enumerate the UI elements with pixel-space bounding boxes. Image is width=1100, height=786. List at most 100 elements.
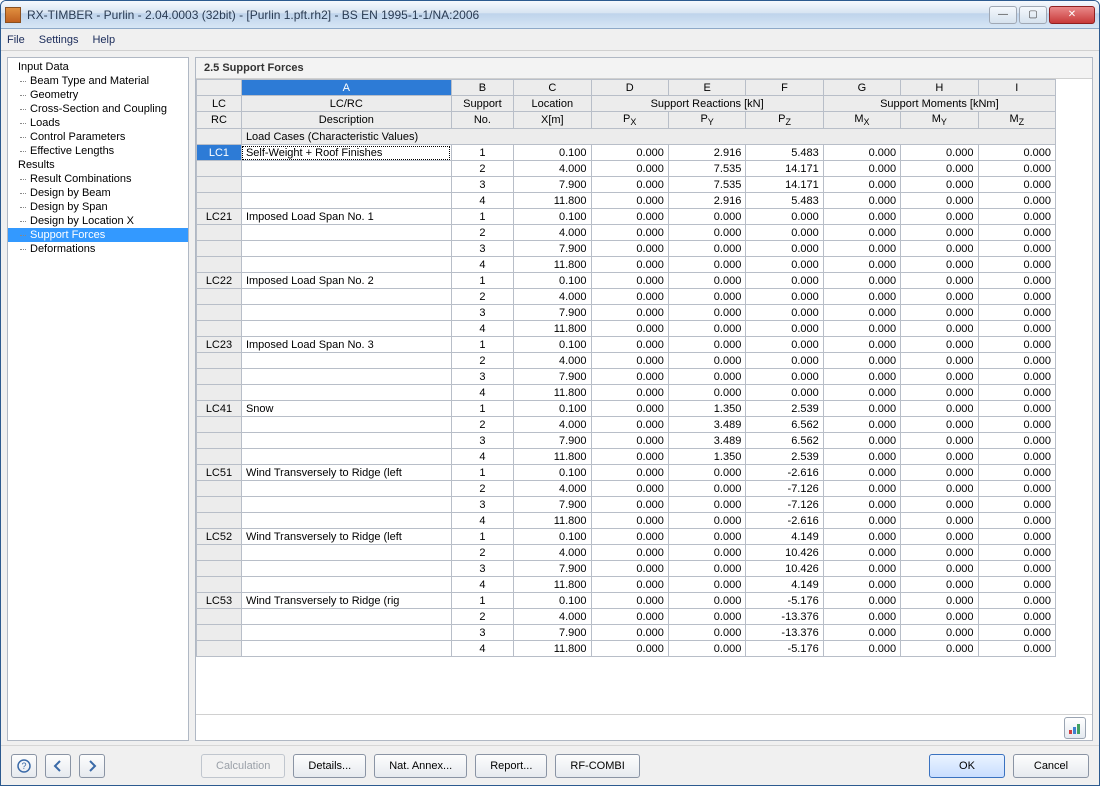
table-row[interactable]: 24.0000.0000.000-13.3760.0000.0000.000: [197, 609, 1056, 625]
data-cell[interactable]: 0.000: [668, 497, 745, 513]
data-cell[interactable]: 0.000: [823, 529, 900, 545]
table-row[interactable]: 24.0000.0003.4896.5620.0000.0000.000: [197, 417, 1056, 433]
data-cell[interactable]: 7.900: [514, 305, 591, 321]
data-cell[interactable]: 0.000: [901, 273, 978, 289]
data-cell[interactable]: 2: [451, 481, 513, 497]
data-cell[interactable]: 0.000: [591, 529, 668, 545]
minimize-button[interactable]: —: [989, 6, 1017, 24]
data-cell[interactable]: 0.000: [823, 241, 900, 257]
data-cell[interactable]: 0.000: [668, 561, 745, 577]
data-cell[interactable]: 7.535: [668, 177, 745, 193]
data-cell[interactable]: 0.000: [978, 497, 1055, 513]
data-cell[interactable]: 0.000: [978, 321, 1055, 337]
data-cell[interactable]: 0.000: [591, 577, 668, 593]
data-cell[interactable]: 0.000: [901, 385, 978, 401]
data-cell[interactable]: 0.000: [823, 385, 900, 401]
lc-cell[interactable]: LC52: [197, 529, 242, 545]
description-cell[interactable]: Imposed Load Span No. 2: [241, 273, 451, 289]
lc-cell[interactable]: [197, 577, 242, 593]
data-cell[interactable]: 0.000: [978, 145, 1055, 161]
data-cell[interactable]: 0.000: [823, 497, 900, 513]
lc-cell[interactable]: [197, 321, 242, 337]
data-cell[interactable]: 0.000: [591, 609, 668, 625]
data-cell[interactable]: 0.100: [514, 337, 591, 353]
data-cell[interactable]: -13.376: [746, 625, 823, 641]
ok-button[interactable]: OK: [929, 754, 1005, 778]
data-cell[interactable]: 1: [451, 145, 513, 161]
data-cell[interactable]: 0.000: [746, 321, 823, 337]
data-cell[interactable]: 0.000: [901, 417, 978, 433]
data-cell[interactable]: -2.616: [746, 513, 823, 529]
lc-cell[interactable]: [197, 161, 242, 177]
lc-cell[interactable]: [197, 241, 242, 257]
data-cell[interactable]: 3.489: [668, 417, 745, 433]
data-cell[interactable]: 0.000: [668, 625, 745, 641]
table-row[interactable]: LC1Self-Weight + Roof Finishes10.1000.00…: [197, 145, 1056, 161]
lc-cell[interactable]: [197, 449, 242, 465]
data-cell[interactable]: 0.000: [901, 209, 978, 225]
tree-cross-section[interactable]: Cross-Section and Coupling: [8, 102, 188, 116]
data-cell[interactable]: 11.800: [514, 449, 591, 465]
tree-design-by-location-x[interactable]: Design by Location X: [8, 214, 188, 228]
description-cell[interactable]: Wind Transversely to Ridge (left: [241, 529, 451, 545]
data-cell[interactable]: 0.000: [746, 385, 823, 401]
table-row[interactable]: 411.8000.0000.000-5.1760.0000.0000.000: [197, 641, 1056, 657]
lc-cell[interactable]: [197, 625, 242, 641]
data-cell[interactable]: 1: [451, 337, 513, 353]
description-cell[interactable]: [241, 497, 451, 513]
col-D[interactable]: D: [591, 80, 668, 96]
data-cell[interactable]: 0.000: [591, 241, 668, 257]
data-cell[interactable]: 0.000: [591, 177, 668, 193]
lc-cell[interactable]: [197, 481, 242, 497]
data-cell[interactable]: 0.000: [668, 257, 745, 273]
data-cell[interactable]: 4.000: [514, 289, 591, 305]
data-cell[interactable]: 0.100: [514, 465, 591, 481]
data-cell[interactable]: 0.000: [901, 545, 978, 561]
data-cell[interactable]: 0.000: [978, 529, 1055, 545]
data-cell[interactable]: 0.000: [668, 241, 745, 257]
description-cell[interactable]: Snow: [241, 401, 451, 417]
description-cell[interactable]: [241, 321, 451, 337]
data-cell[interactable]: 0.000: [901, 305, 978, 321]
col-I[interactable]: I: [978, 80, 1055, 96]
data-cell[interactable]: 0.000: [668, 353, 745, 369]
data-cell[interactable]: 0.000: [978, 177, 1055, 193]
data-cell[interactable]: 0.000: [978, 433, 1055, 449]
data-cell[interactable]: 0.000: [823, 305, 900, 321]
data-cell[interactable]: 0.000: [978, 513, 1055, 529]
data-cell[interactable]: 0.000: [823, 433, 900, 449]
description-cell[interactable]: [241, 433, 451, 449]
data-cell[interactable]: 0.000: [823, 513, 900, 529]
data-cell[interactable]: 0.000: [823, 337, 900, 353]
data-cell[interactable]: 0.000: [591, 209, 668, 225]
data-cell[interactable]: 11.800: [514, 385, 591, 401]
data-cell[interactable]: 0.000: [978, 273, 1055, 289]
lc-cell[interactable]: LC51: [197, 465, 242, 481]
data-cell[interactable]: 1: [451, 273, 513, 289]
nat-annex-button[interactable]: Nat. Annex...: [374, 754, 467, 778]
description-cell[interactable]: [241, 561, 451, 577]
description-cell[interactable]: [241, 177, 451, 193]
data-cell[interactable]: 14.171: [746, 177, 823, 193]
data-cell[interactable]: 2.916: [668, 193, 745, 209]
lc-cell[interactable]: [197, 433, 242, 449]
table-row[interactable]: LC53Wind Transversely to Ridge (rig10.10…: [197, 593, 1056, 609]
table-row[interactable]: 37.9000.0000.000-7.1260.0000.0000.000: [197, 497, 1056, 513]
data-cell[interactable]: 0.000: [978, 353, 1055, 369]
description-cell[interactable]: [241, 241, 451, 257]
data-cell[interactable]: 0.000: [668, 593, 745, 609]
table-row[interactable]: 37.9000.0000.000-13.3760.0000.0000.000: [197, 625, 1056, 641]
graphics-icon[interactable]: [1064, 717, 1086, 739]
lc-cell[interactable]: LC23: [197, 337, 242, 353]
data-cell[interactable]: 0.000: [746, 241, 823, 257]
data-cell[interactable]: 2.916: [668, 145, 745, 161]
data-cell[interactable]: 0.000: [591, 449, 668, 465]
data-cell[interactable]: 0.000: [746, 305, 823, 321]
tree-control-params[interactable]: Control Parameters: [8, 130, 188, 144]
data-cell[interactable]: 0.100: [514, 401, 591, 417]
data-cell[interactable]: 0.000: [823, 401, 900, 417]
data-cell[interactable]: 2: [451, 161, 513, 177]
data-cell[interactable]: 0.000: [591, 497, 668, 513]
table-row[interactable]: 411.8000.0000.0000.0000.0000.0000.000: [197, 321, 1056, 337]
data-cell[interactable]: 0.000: [978, 577, 1055, 593]
